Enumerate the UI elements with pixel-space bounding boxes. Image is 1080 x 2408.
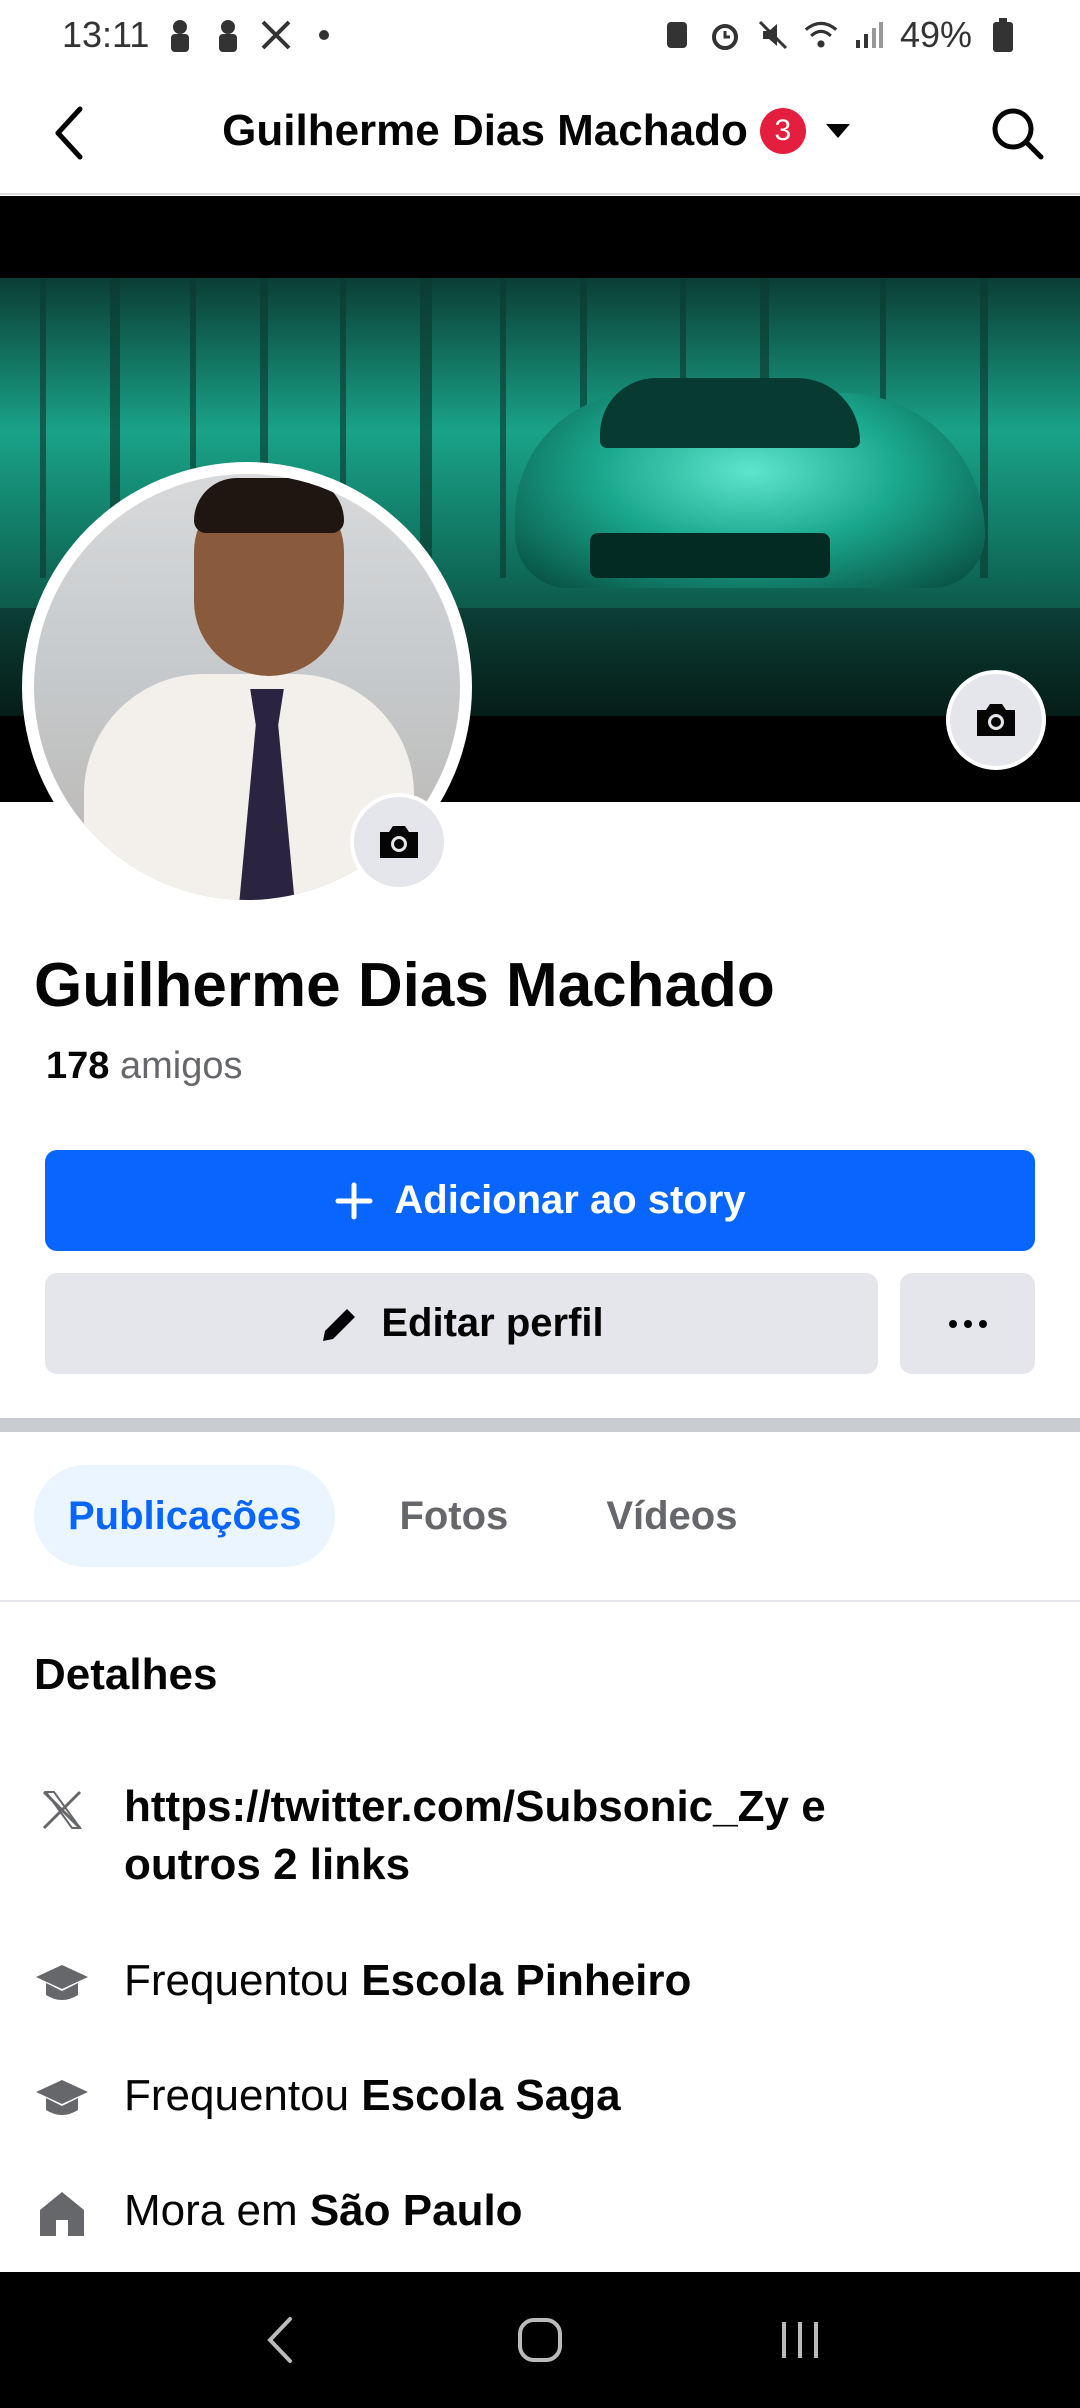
plus-icon	[335, 1182, 373, 1219]
edit-profile-button[interactable]: Editar perfil	[45, 1273, 878, 1374]
profile-tabs: Publicações Fotos Vídeos	[34, 1465, 771, 1567]
friends-count-link[interactable]: 178 amigos	[46, 1045, 242, 1088]
camera-icon	[977, 704, 1015, 736]
x-logo-icon	[259, 18, 293, 52]
person-icon	[163, 18, 197, 52]
tab-videos[interactable]: Vídeos	[572, 1465, 771, 1567]
battery-percent: 49%	[899, 14, 972, 55]
graduation-cap-icon	[34, 1956, 90, 2012]
home-icon	[34, 2186, 90, 2242]
nav-title: Guilherme Dias Machado	[222, 106, 748, 155]
section-divider	[0, 1418, 1080, 1432]
search-icon[interactable]	[984, 100, 1050, 166]
edit-profile-label: Editar perfil	[381, 1301, 604, 1345]
alarm-icon	[708, 18, 742, 52]
system-back-icon[interactable]	[240, 2300, 320, 2380]
edit-cover-camera-button[interactable]	[946, 670, 1046, 770]
status-time: 13:11	[62, 14, 150, 55]
camera-icon	[380, 826, 418, 858]
caret-down-icon	[818, 111, 858, 151]
links-line-2: outros 2 links	[124, 1840, 411, 1889]
detail-school-2[interactable]: Frequentou Escola Saga	[34, 2067, 621, 2127]
status-bar: 13:11 49%	[0, 0, 1080, 70]
mute-icon	[756, 18, 790, 52]
add-to-story-button[interactable]: Adicionar ao story	[45, 1150, 1035, 1251]
top-nav: Guilherme Dias Machado 3	[0, 70, 1080, 195]
more-options-button[interactable]	[900, 1273, 1035, 1374]
profile-name: Guilherme Dias Machado	[34, 951, 775, 1020]
system-navigation-bar	[0, 2272, 1080, 2408]
detail-school-1[interactable]: Frequentou Escola Pinheiro	[34, 1952, 691, 2012]
battery-icon	[986, 18, 1020, 52]
pencil-icon	[323, 1308, 356, 1341]
system-recents-icon[interactable]	[760, 2300, 840, 2380]
edit-avatar-camera-button[interactable]	[350, 793, 448, 891]
friends-label: amigos	[119, 1045, 243, 1087]
add-to-story-label: Adicionar ao story	[394, 1178, 746, 1222]
school-1-name: Escola Pinheiro	[361, 1956, 692, 2005]
friends-count: 178	[46, 1045, 110, 1087]
wifi-icon	[804, 18, 838, 52]
tab-publicacoes[interactable]: Publicações	[34, 1465, 336, 1567]
detail-home[interactable]: Mora em São Paulo	[34, 2182, 523, 2242]
profile-switcher[interactable]: Guilherme Dias Machado 3	[0, 106, 1080, 156]
x-logo-icon	[34, 1782, 90, 1838]
notification-badge: 3	[759, 108, 806, 154]
tab-fotos[interactable]: Fotos	[365, 1465, 542, 1567]
school-2-prefix: Frequentou	[124, 2071, 350, 2120]
school-2-name: Escola Saga	[361, 2071, 621, 2120]
graduation-cap-icon	[34, 2071, 90, 2127]
status-right: 49%	[660, 14, 1020, 56]
school-1-prefix: Frequentou	[124, 1956, 350, 2005]
links-line-1: https://twitter.com/Subsonic_Zy e	[124, 1782, 826, 1831]
signal-icon	[852, 18, 886, 52]
dot-icon	[307, 18, 341, 52]
home-name: São Paulo	[309, 2186, 523, 2235]
status-left: 13:11	[62, 14, 341, 56]
details-title: Detalhes	[34, 1650, 218, 1699]
system-home-icon[interactable]	[500, 2300, 580, 2380]
home-prefix: Mora em	[124, 2186, 298, 2235]
tabs-divider	[0, 1600, 1080, 1602]
person-icon	[211, 18, 245, 52]
nfc-icon	[660, 18, 694, 52]
ellipsis-icon	[948, 1319, 987, 1328]
detail-links[interactable]: https://twitter.com/Subsonic_Zy e outros…	[34, 1778, 826, 1894]
